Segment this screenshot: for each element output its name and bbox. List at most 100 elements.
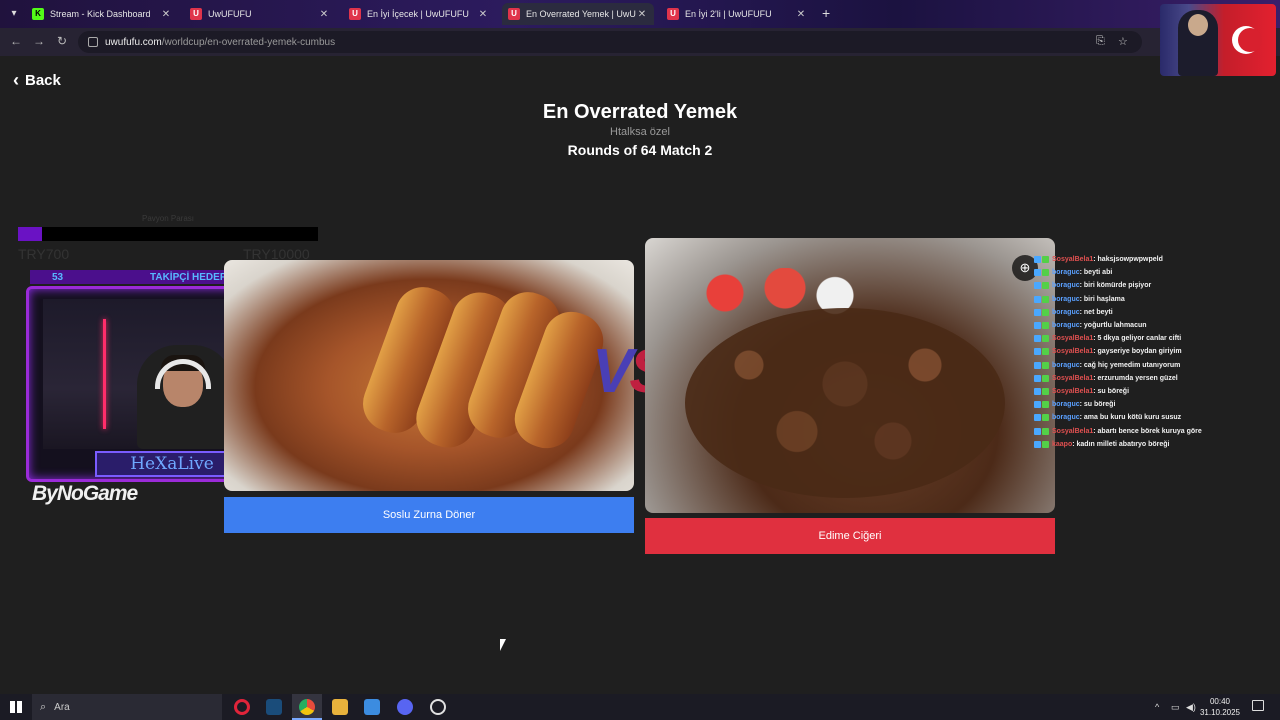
chat-badge-icon <box>1034 256 1041 264</box>
chat-platform-icon <box>1042 361 1049 369</box>
chat-message: boraguc: biri kömürde pişiyor <box>1020 279 1220 292</box>
browser-tab[interactable]: K Stream - Kick Dashboard ✕ <box>26 3 178 25</box>
chrome-icon[interactable] <box>299 699 315 715</box>
chat-platform-icon <box>1042 427 1049 435</box>
chat-text: : erzurumda yersen güzel <box>1093 374 1178 382</box>
chat-username: boraguc <box>1052 295 1080 303</box>
translate-icon[interactable]: ⎘ <box>1096 35 1105 48</box>
system-clock[interactable]: 00:40 31.10.2025 <box>1198 696 1242 718</box>
clock-date: 31.10.2025 <box>1199 708 1241 717</box>
chat-username: kaapo <box>1052 440 1073 448</box>
taskbar-search[interactable]: ⌕ Ara <box>32 694 222 720</box>
chat-text: : su böreği <box>1079 401 1116 409</box>
chat-text: : abartı bence börek kuruya göre <box>1093 427 1202 435</box>
donation-min-label: TRY700 <box>18 246 70 262</box>
page-title: En Overrated Yemek <box>542 101 738 123</box>
chat-platform-icon <box>1042 308 1049 316</box>
chat-badge-icon <box>1034 322 1041 330</box>
chat-text: : gayseriye boydan giriyim <box>1093 348 1182 356</box>
settings-app-icon[interactable] <box>364 699 380 715</box>
chat-text: : ama bu kuru kötü kuru susuz <box>1079 414 1182 422</box>
forward-arrow-icon[interactable]: → <box>33 34 45 48</box>
mouse-cursor <box>500 639 512 651</box>
chat-username: SosyalBela1 <box>1052 335 1094 343</box>
left-choice-image[interactable] <box>224 260 634 491</box>
chat-message: SosyalBela1: 5 dkya geliyor canlar cifti <box>1020 332 1220 345</box>
chat-badge-icon <box>1034 335 1041 343</box>
back-button[interactable]: ‹ Back <box>13 70 61 91</box>
chat-platform-icon <box>1042 295 1049 303</box>
chat-badge-icon <box>1034 269 1041 277</box>
led-strip-pink <box>103 319 106 429</box>
file-explorer-icon[interactable] <box>332 699 348 715</box>
reload-icon[interactable]: ↻ <box>57 34 67 48</box>
opera-icon[interactable] <box>234 699 250 715</box>
chat-username: SosyalBela1 <box>1052 348 1094 356</box>
chat-username: SosyalBela1 <box>1052 427 1094 435</box>
left-choice-button[interactable]: Soslu Zurna Döner <box>224 497 634 533</box>
chat-text: : kadın milleti abatıryo böreği <box>1072 440 1170 448</box>
chat-text: : cağ hiç yemedim utanıyorum <box>1079 361 1181 369</box>
tab-close-icon[interactable]: ✕ <box>160 9 172 20</box>
bookmark-star-icon[interactable]: ☆ <box>1118 35 1128 48</box>
tab-favicon-icon: U <box>508 8 520 20</box>
browser-tab[interactable]: U En İyi 2'li | UwUFUFU ✕ <box>661 3 813 25</box>
page-subtitle: Htalksa özel <box>610 126 670 138</box>
chat-message: kaapo: kadın milleti abatıryo böreği <box>1020 438 1220 451</box>
new-tab-button[interactable]: + <box>822 6 830 20</box>
chat-text: : biri haşlama <box>1079 295 1125 303</box>
fried-liver-plate <box>685 308 1005 498</box>
tab-close-icon[interactable]: ✕ <box>795 9 807 20</box>
browser-tab[interactable]: U UwUFUFU ✕ <box>184 3 336 25</box>
clock-time: 00:40 <box>1209 697 1231 706</box>
chat-badge-icon <box>1034 295 1041 303</box>
tab-title: UwUFUFU <box>208 9 252 19</box>
discord-icon[interactable] <box>397 699 413 715</box>
chat-username: boraguc <box>1052 308 1080 316</box>
chat-username: boraguc <box>1052 401 1080 409</box>
search-icon: ⌕ <box>40 700 47 713</box>
site-info-icon[interactable] <box>88 37 98 47</box>
back-label: Back <box>25 72 61 89</box>
tab-favicon-icon: U <box>349 8 361 20</box>
chat-platform-icon <box>1042 348 1049 356</box>
chat-badge-icon <box>1034 308 1041 316</box>
follower-goal-label: TAKİPÇİ HEDEFİ <box>150 271 229 283</box>
chat-message: boraguc: cağ hiç yemedim utanıyorum <box>1020 359 1220 372</box>
volume-icon[interactable]: ◀) <box>1186 702 1196 713</box>
chat-username: boraguc <box>1052 269 1080 277</box>
tab-close-icon[interactable]: ✕ <box>318 9 330 20</box>
chat-text: : biri kömürde pişiyor <box>1079 282 1152 290</box>
vs-letter-v: V <box>592 337 633 406</box>
round-info: Rounds of 64 Match 2 <box>567 142 713 158</box>
right-choice-image[interactable] <box>645 238 1055 513</box>
browser-tab[interactable]: U En İyi İçecek | UwUFUFU ✕ <box>343 3 495 25</box>
chat-badge-icon <box>1034 440 1041 448</box>
chat-badge-icon <box>1034 282 1041 290</box>
follower-count: 53 <box>52 271 64 283</box>
network-icon[interactable]: ▭ <box>1171 702 1180 713</box>
url-field[interactable]: uwufufu.com/worldcup/en-overrated-yemek-… <box>78 31 1142 53</box>
chat-username: boraguc <box>1052 282 1080 290</box>
chat-username: boraguc <box>1052 361 1080 369</box>
tab-search-icon[interactable]: ▾ <box>6 6 22 22</box>
back-arrow-icon[interactable]: ← <box>10 34 22 48</box>
tab-title: En Overrated Yemek | UwUFUFU <box>526 9 636 19</box>
steam-icon[interactable] <box>266 699 282 715</box>
notification-icon[interactable] <box>1252 700 1264 711</box>
tab-close-icon[interactable]: ✕ <box>636 9 648 20</box>
chat-text: : haksjsowpwpwpeld <box>1093 256 1163 264</box>
tab-close-icon[interactable]: ✕ <box>477 9 489 20</box>
windows-start-icon[interactable] <box>10 701 22 713</box>
obs-icon[interactable] <box>430 699 446 715</box>
chat-message: boraguc: net beyti <box>1020 306 1220 319</box>
tray-chevron-icon[interactable]: ^ <box>1155 702 1159 712</box>
url-path: /worldcup/en-overrated-yemek-cumbus <box>161 36 336 48</box>
tab-favicon-icon: U <box>667 8 679 20</box>
portrait-face <box>1188 14 1208 36</box>
chat-message: SosyalBela1: gayseriye boydan giriyim <box>1020 345 1220 358</box>
browser-tab[interactable]: U En Overrated Yemek | UwUFUFU✕ <box>502 3 654 25</box>
right-choice-button[interactable]: Edime Ciğeri <box>645 518 1055 554</box>
chat-badge-icon <box>1034 401 1041 409</box>
tab-title: Stream - Kick Dashboard <box>50 9 151 19</box>
